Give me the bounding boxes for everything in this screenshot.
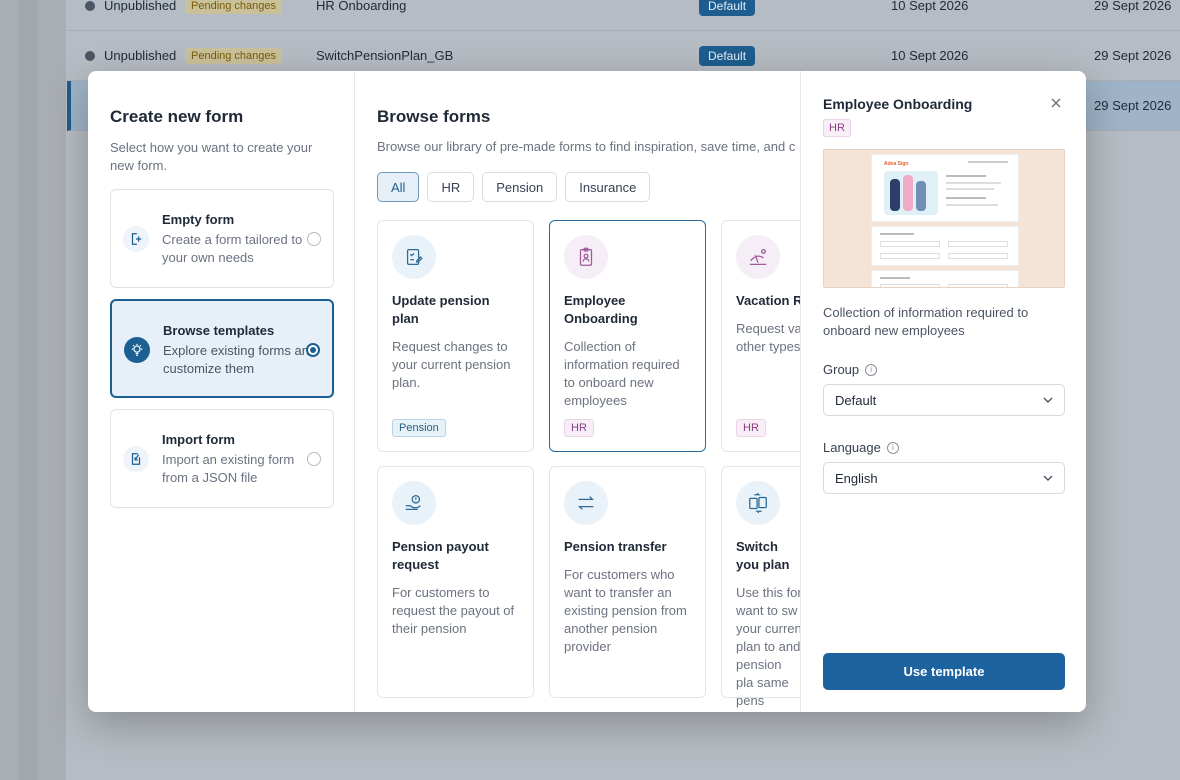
modal-title: Create new form xyxy=(110,107,244,126)
edit-document-icon xyxy=(392,235,436,279)
group-select[interactable]: Default xyxy=(823,384,1065,416)
language-select[interactable]: English xyxy=(823,462,1065,494)
option-title: Empty form xyxy=(162,212,235,227)
template-card-vacation[interactable]: Vacation R Request va other types HR xyxy=(721,220,800,452)
status-text: Unpublished xyxy=(104,0,177,13)
filter-insurance[interactable]: Insurance xyxy=(565,172,651,202)
group-label-text: Group xyxy=(823,362,860,377)
card-desc: Request changes to your current pension … xyxy=(392,339,511,390)
updated-date: 29 Sept 2026 xyxy=(1094,0,1172,13)
detail-title: Employee Onboarding xyxy=(823,96,973,112)
template-card-pension-transfer[interactable]: Pension transfer For customers who want … xyxy=(549,466,706,698)
option-import-form[interactable]: Import form Import an existing form from… xyxy=(110,409,334,508)
updated-date: 29 Sept 2026 xyxy=(1094,98,1172,113)
add-page-icon xyxy=(123,226,149,252)
table-row[interactable]: Unpublished Pending changes HR Onboardin… xyxy=(67,0,1180,31)
card-desc: Use this for want to sw your curren plan… xyxy=(736,585,800,708)
browse-forms-panel: Browse forms Browse our library of pre-m… xyxy=(356,71,800,712)
option-radio[interactable] xyxy=(307,232,321,246)
form-name: HR Onboarding xyxy=(316,0,407,13)
import-icon xyxy=(123,446,149,472)
create-options-panel: Create new form Select how you want to c… xyxy=(88,71,355,712)
card-desc: Request va other types xyxy=(736,321,800,354)
card-title: Vacation R xyxy=(736,293,800,308)
beach-icon xyxy=(736,235,780,279)
use-template-button[interactable]: Use template xyxy=(823,653,1065,690)
detail-desc: Collection of information required to on… xyxy=(823,305,1029,338)
template-card-employee-onboarding[interactable]: Employee Onboarding Collection of inform… xyxy=(549,220,706,452)
switch-documents-icon xyxy=(736,481,780,525)
detail-tag: HR xyxy=(823,119,851,137)
template-card-pension-payout[interactable]: Pension payout request For customers to … xyxy=(377,466,534,698)
card-desc: For customers to request the payout of t… xyxy=(392,585,515,636)
option-empty-form[interactable]: Empty form Create a form tailored to you… xyxy=(110,189,334,288)
form-name: SwitchPensionPlan_GB xyxy=(316,48,454,63)
status-dot xyxy=(85,0,95,11)
template-card-update-pension[interactable]: Update pension plan Request changes to y… xyxy=(377,220,534,452)
lightbulb-icon xyxy=(124,337,150,363)
updated-date: 29 Sept 2026 xyxy=(1094,48,1172,63)
language-select-value: English xyxy=(835,470,878,486)
close-icon[interactable] xyxy=(1048,95,1064,111)
option-title: Browse templates xyxy=(163,323,275,338)
language-label: Language i xyxy=(823,440,1064,455)
filter-all[interactable]: All xyxy=(377,172,420,202)
card-tag: HR xyxy=(564,419,594,437)
card-title: Switch you plan xyxy=(736,539,790,572)
filter-chips: All HR Pension Insurance xyxy=(377,172,800,202)
card-title: Pension transfer xyxy=(564,539,667,554)
chevron-down-icon xyxy=(1043,397,1053,403)
template-detail-panel: Employee Onboarding HR Adea Sign Collect… xyxy=(800,71,1086,712)
option-title: Import form xyxy=(162,432,235,447)
browse-subtitle: Browse our library of pre-made forms to … xyxy=(377,139,796,154)
created-date: 10 Sept 2026 xyxy=(891,0,969,13)
group-label: Group i xyxy=(823,362,1064,377)
card-title: Employee Onboarding xyxy=(564,293,638,326)
option-desc: Create a form tailored to your own needs xyxy=(162,232,303,265)
card-tag: HR xyxy=(736,419,766,437)
option-desc: Explore existing forms and customize the… xyxy=(163,343,317,376)
pending-badge: Pending changes xyxy=(185,47,283,64)
chevron-down-icon xyxy=(1043,475,1053,481)
created-date: 10 Sept 2026 xyxy=(891,48,969,63)
status-dot xyxy=(85,50,95,61)
preview-logo: Adea Sign xyxy=(884,161,909,167)
template-card-switch-plan[interactable]: Switch you plan Use this for want to sw … xyxy=(721,466,800,708)
group-select-value: Default xyxy=(835,392,877,408)
hand-coin-icon xyxy=(392,481,436,525)
app-sidebar xyxy=(0,0,66,780)
option-radio[interactable] xyxy=(306,343,320,357)
filter-pension[interactable]: Pension xyxy=(482,172,558,202)
option-radio[interactable] xyxy=(307,452,321,466)
template-preview-image: Adea Sign xyxy=(823,149,1065,288)
option-desc: Import an existing form from a JSON file xyxy=(162,452,295,485)
transfer-arrows-icon xyxy=(564,481,608,525)
language-label-text: Language xyxy=(823,440,881,455)
id-badge-icon xyxy=(564,235,608,279)
card-title: Pension payout request xyxy=(392,539,489,572)
group-badge: Default xyxy=(699,45,756,66)
modal-subtitle: Select how you want to create your new f… xyxy=(110,140,313,173)
status-text: Unpublished xyxy=(104,48,177,63)
pending-badge: Pending changes xyxy=(185,0,283,14)
card-desc: For customers who want to transfer an ex… xyxy=(564,567,687,654)
create-form-modal: Create new form Select how you want to c… xyxy=(88,71,1086,712)
card-tag: Pension xyxy=(392,419,446,437)
group-badge: Default xyxy=(699,0,756,16)
browse-title: Browse forms xyxy=(377,107,491,126)
info-icon[interactable]: i xyxy=(886,441,899,454)
info-icon[interactable]: i xyxy=(865,363,878,376)
card-title: Update pension plan xyxy=(392,293,490,326)
card-desc: Collection of information required to on… xyxy=(564,339,680,408)
filter-hr[interactable]: HR xyxy=(427,172,475,202)
option-browse-templates[interactable]: Browse templates Explore existing forms … xyxy=(110,299,334,398)
